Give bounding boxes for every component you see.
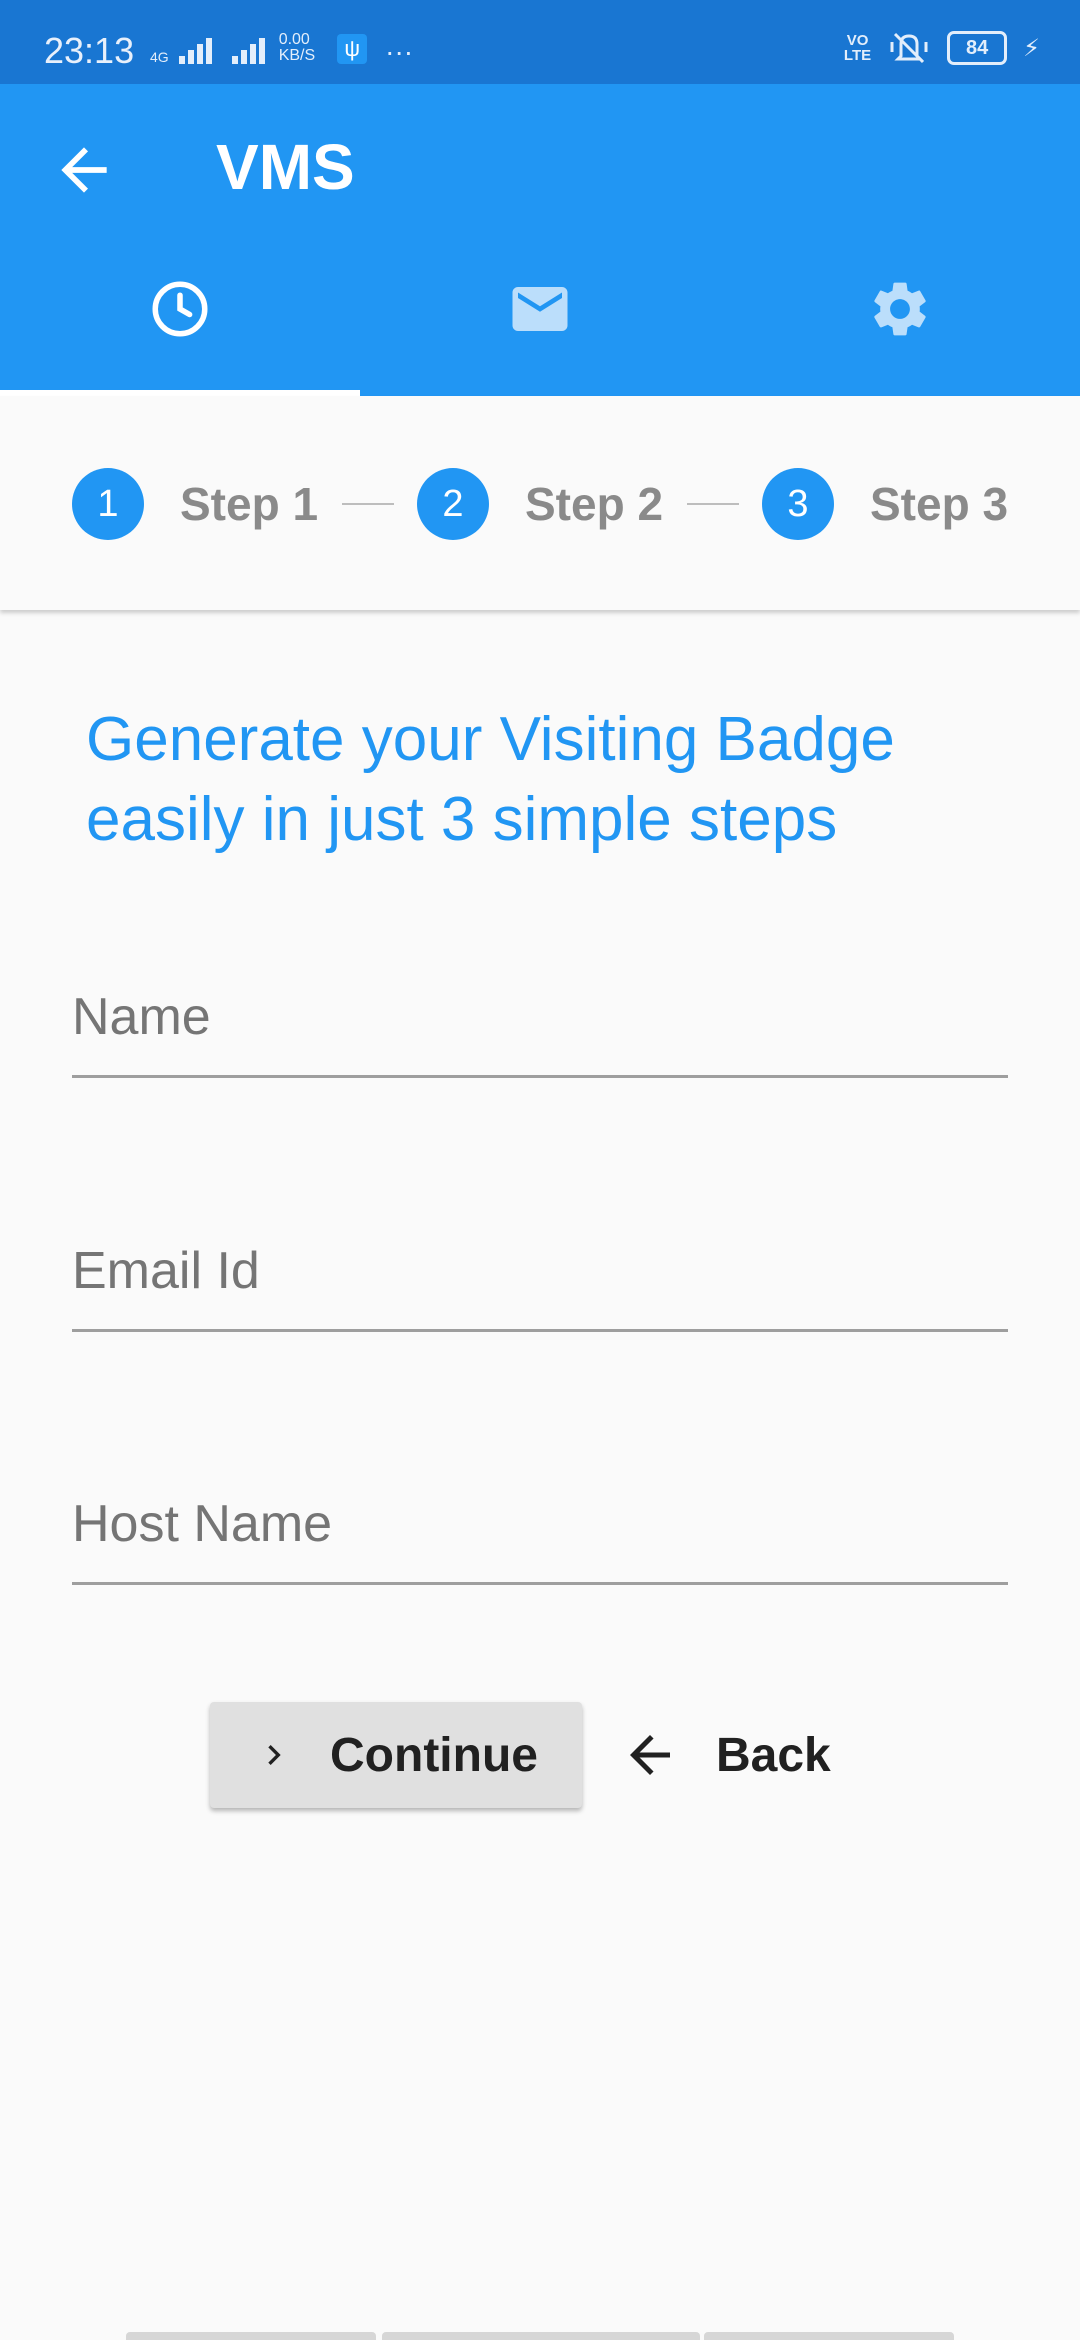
continue-label: Continue (330, 1728, 538, 1782)
network-type: 4G (150, 49, 169, 65)
tab-mail[interactable] (360, 268, 720, 396)
email-input[interactable] (72, 1212, 1008, 1332)
step-1-label: Step 1 (180, 478, 319, 530)
back-arrow-icon[interactable] (50, 136, 118, 204)
status-time: 23:13 (44, 30, 135, 71)
network-indicators: 4G 0.00 KB/S ψ ··· (150, 32, 414, 67)
app-bar: VMS (0, 84, 1080, 396)
more-notifications-icon: ··· (385, 36, 414, 67)
status-bar: 23:13 4G 0.00 KB/S ψ ··· VO LTE 84 ⚡ (0, 0, 1080, 84)
chevron-right-icon (268, 1745, 281, 1765)
back-button[interactable]: Back (620, 1702, 840, 1808)
tab-history[interactable] (0, 268, 360, 396)
volte-bottom: LTE (843, 47, 872, 64)
step-1-number: 1 (72, 468, 144, 540)
tab-settings[interactable] (720, 268, 1080, 396)
network-speed: 0.00 KB/S (279, 32, 315, 64)
host-name-input[interactable] (72, 1465, 1008, 1585)
host-name-field (72, 1465, 1008, 1595)
arrow-left-icon (630, 1735, 670, 1775)
clock-icon (152, 281, 208, 337)
step-connector (687, 503, 739, 505)
step-2-label: Step 2 (525, 478, 664, 530)
volte-icon: VO LTE (844, 33, 871, 63)
charging-icon: ⚡ (1023, 34, 1040, 62)
tab-bar (0, 268, 1080, 396)
continue-button[interactable]: Continue (210, 1702, 582, 1808)
name-input[interactable] (72, 958, 1008, 1078)
back-label: Back (716, 1728, 831, 1782)
speed-unit: KB/S (278, 47, 316, 64)
headline: Generate your Visiting Badge easily in j… (86, 705, 895, 854)
mail-icon (512, 287, 568, 331)
stepper: 1 Step 1 2 Step 2 3 Step 3 (0, 396, 1080, 610)
usb-icon: ψ (337, 34, 368, 64)
gear-icon (874, 282, 926, 336)
signal-icon-2 (231, 32, 265, 64)
speed-value: 0.00 (278, 31, 310, 48)
volte-top: VO (846, 32, 869, 49)
nav-hint-bar (704, 2332, 954, 2340)
step-2-number: 2 (417, 468, 489, 540)
step-3-number: 3 (762, 468, 834, 540)
app-title: VMS (216, 131, 355, 203)
step-1[interactable]: 1 Step 1 (72, 468, 318, 540)
step-connector (342, 503, 394, 505)
signal-icon (178, 32, 212, 64)
system-indicators: VO LTE 84 ⚡ (844, 30, 1040, 66)
vibrate-mute-icon (890, 32, 928, 64)
nav-hint-bar (126, 2332, 376, 2340)
step-3-label: Step 3 (870, 478, 1009, 530)
step-2[interactable]: 2 Step 2 (417, 468, 663, 540)
email-field (72, 1212, 1008, 1342)
step-3[interactable]: 3 Step 3 (762, 468, 1008, 540)
battery-icon: 84 (947, 31, 1008, 65)
name-field (72, 958, 1008, 1088)
nav-hint-bar (382, 2332, 700, 2340)
